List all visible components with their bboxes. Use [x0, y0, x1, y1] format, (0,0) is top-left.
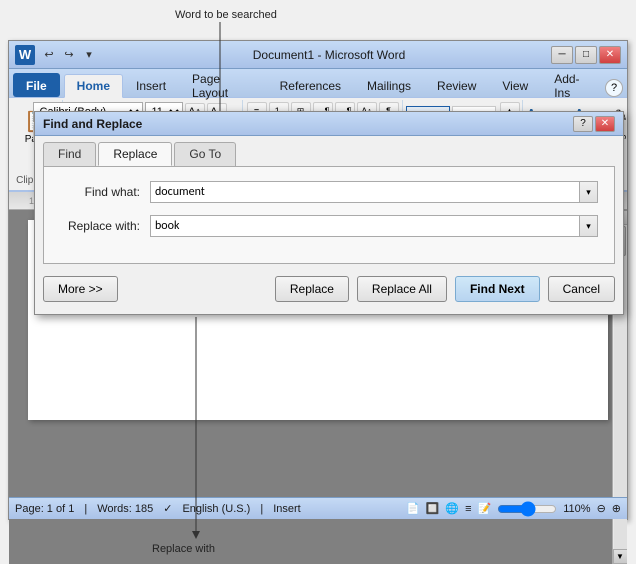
find-next-button[interactable]: Find Next — [455, 276, 540, 302]
dialog-controls: ? ✕ — [573, 116, 615, 132]
main-window: W ↩ ↪ ▾ Document1 - Microsoft Word ─ □ ✕… — [8, 40, 628, 520]
dialog-tabs: Find Replace Go To — [35, 136, 623, 166]
dialog-overlay: Find and Replace ? ✕ Find Replace Go To … — [9, 41, 627, 519]
replace-label: Replace with: — [60, 219, 150, 233]
dialog-title: Find and Replace — [43, 117, 573, 131]
find-what-row: Find what: ▾ — [60, 181, 598, 203]
annotation-top-text: Word to be searched — [175, 9, 277, 21]
dialog-tab-replace[interactable]: Replace — [98, 142, 172, 166]
find-replace-dialog: Find and Replace ? ✕ Find Replace Go To … — [34, 111, 624, 315]
dialog-help-button[interactable]: ? — [573, 116, 593, 132]
dialog-tab-find[interactable]: Find — [43, 142, 96, 166]
find-input[interactable] — [150, 181, 580, 203]
dialog-tab-goto[interactable]: Go To — [174, 142, 236, 166]
dialog-body: Find what: ▾ Replace with: ▾ — [43, 166, 615, 264]
scroll-down-button[interactable]: ▼ — [613, 549, 628, 564]
find-input-dropdown[interactable]: ▾ — [580, 181, 598, 203]
cancel-button[interactable]: Cancel — [548, 276, 615, 302]
dialog-titlebar: Find and Replace ? ✕ — [35, 112, 623, 136]
dialog-buttons: More >> Replace Replace All Find Next Ca… — [35, 272, 623, 314]
replace-button[interactable]: Replace — [275, 276, 349, 302]
more-button[interactable]: More >> — [43, 276, 118, 302]
replace-input-dropdown[interactable]: ▾ — [580, 215, 598, 237]
replace-all-button[interactable]: Replace All — [357, 276, 447, 302]
replace-input[interactable] — [150, 215, 580, 237]
dialog-close-button[interactable]: ✕ — [595, 116, 615, 132]
replace-with-row: Replace with: ▾ — [60, 215, 598, 237]
find-label: Find what: — [60, 185, 150, 199]
